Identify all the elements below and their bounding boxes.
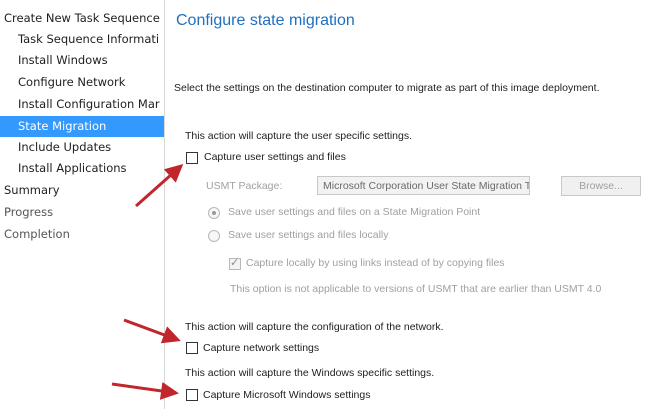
sidebar-item-create-new-task-sequence[interactable]: Create New Task Sequence — [0, 8, 160, 29]
sidebar-item-summary[interactable]: Summary — [0, 180, 60, 201]
sidebar-item-include-updates[interactable]: Include Updates — [0, 137, 111, 158]
capture-network-settings-label[interactable]: Capture network settings — [203, 342, 319, 354]
capture-windows-settings-checkbox[interactable] — [186, 389, 198, 401]
capture-user-settings-checkbox[interactable] — [186, 152, 198, 164]
main-panel: Configure state migration Select the set… — [164, 0, 645, 409]
sidebar-item-install-applications[interactable]: Install Applications — [0, 158, 127, 179]
usmt-package-label: USMT Package: — [206, 180, 283, 192]
sidebar-item-progress: Progress — [4, 205, 54, 219]
capture-with-links-label[interactable]: Capture locally by using links instead o… — [246, 257, 505, 269]
save-locally-radio[interactable] — [208, 230, 220, 242]
sidebar-item-install-configuration-manager[interactable]: Install Configuration Mar — [0, 94, 160, 115]
save-locally-label[interactable]: Save user settings and files locally — [228, 229, 389, 241]
user-section-description: This action will capture the user specif… — [185, 130, 413, 142]
network-section-description: This action will capture the configurati… — [185, 321, 444, 333]
capture-network-settings-checkbox[interactable] — [186, 342, 198, 354]
browse-button[interactable]: Browse... — [561, 176, 641, 196]
capture-user-settings-label[interactable]: Capture user settings and files — [204, 151, 346, 163]
sidebar-item-install-windows[interactable]: Install Windows — [0, 50, 108, 71]
sidebar-item-task-sequence-information[interactable]: Task Sequence Informati — [0, 29, 159, 50]
sidebar-item-completion: Completion — [4, 227, 70, 241]
instructions-text: Select the settings on the destination c… — [174, 82, 600, 94]
sidebar-item-configure-network[interactable]: Configure Network — [0, 72, 125, 93]
check-icon: ✓ — [230, 257, 240, 269]
capture-windows-settings-label[interactable]: Capture Microsoft Windows settings — [203, 389, 370, 401]
capture-with-links-checkbox[interactable]: ✓ — [229, 257, 241, 270]
radio-selected-dot — [212, 211, 216, 215]
page-title: Configure state migration — [176, 12, 355, 29]
sidebar-item-state-migration[interactable]: State Migration — [0, 116, 164, 137]
save-to-smp-label[interactable]: Save user settings and files on a State … — [228, 206, 480, 218]
wizard-sidebar: Create New Task Sequence Task Sequence I… — [0, 0, 165, 409]
usmt-version-note: This option is not applicable to version… — [230, 283, 602, 295]
usmt-package-field[interactable]: Microsoft Corporation User State Migrati… — [317, 176, 530, 195]
save-to-smp-radio[interactable] — [208, 207, 220, 219]
windows-section-description: This action will capture the Windows spe… — [185, 367, 435, 379]
